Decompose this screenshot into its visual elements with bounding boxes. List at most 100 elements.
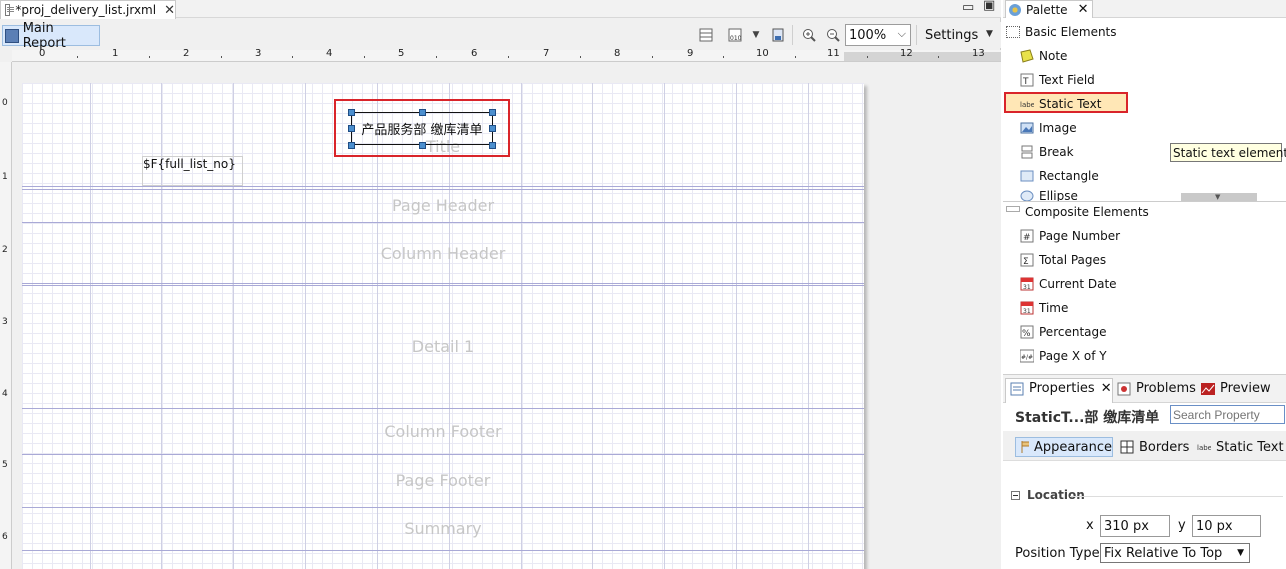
band-separator[interactable] <box>22 454 864 455</box>
tab-preview[interactable]: Preview <box>1201 381 1271 396</box>
palette-item-label: Percentage <box>1039 325 1107 339</box>
palette-item-label: Time <box>1039 301 1069 315</box>
palette-item-static-text-overlay[interactable]: label Static Text <box>1020 94 1101 114</box>
page-x-of-y-icon: #/# <box>1020 349 1034 363</box>
editor-tab[interactable]: *proj_delivery_list.jrxml ✕ <box>0 0 176 19</box>
section-label: Location <box>1027 488 1085 502</box>
ruler-label: 0 <box>2 98 8 108</box>
palette-item-note[interactable]: Note <box>1020 46 1067 66</box>
basic-elements-header[interactable]: Basic Elements <box>1006 23 1117 41</box>
tab-label: Borders <box>1139 439 1190 455</box>
band-separator[interactable] <box>22 507 864 508</box>
properties-subtabs: Appearance Borders label Static Text <box>1003 431 1286 461</box>
zoom-out-icon[interactable] <box>825 27 841 43</box>
location-section-header[interactable]: Location <box>1011 488 1085 502</box>
resize-handle[interactable] <box>419 142 426 149</box>
maximize-icon[interactable]: ▣ <box>983 0 995 13</box>
dataset-icon[interactable]: 010 <box>727 27 743 43</box>
band-separator[interactable] <box>22 283 864 284</box>
ruler-label: 1 <box>112 48 119 59</box>
resize-handle[interactable] <box>348 142 355 149</box>
report-editor: *proj_delivery_list.jrxml ✕ ▭ ▣ Main Rep… <box>0 0 1001 569</box>
tab-static-text[interactable]: label Static Text <box>1197 437 1284 457</box>
palette-item-rectangle[interactable]: Rectangle <box>1020 166 1099 186</box>
tab-properties[interactable]: Properties ✕ <box>1010 381 1112 396</box>
tab-problems[interactable]: Problems <box>1117 381 1196 396</box>
y-input[interactable]: 10 px <box>1192 515 1261 537</box>
ruler-label: 0 <box>39 48 46 59</box>
palette-item-break[interactable]: Break <box>1020 142 1074 162</box>
svg-text:T: T <box>1022 77 1029 87</box>
composite-elements-label: Composite Elements <box>1025 205 1149 219</box>
settings-button[interactable]: Settings <box>925 28 978 43</box>
palette-tab-title: Palette <box>1026 2 1068 17</box>
close-tab-icon[interactable]: ✕ <box>164 3 175 18</box>
resize-handle[interactable] <box>348 109 355 116</box>
composite-elements-header[interactable]: Composite Elements <box>1006 203 1149 221</box>
position-type-label: Position Type <box>1015 546 1100 561</box>
main-report-label: Main Report <box>22 20 66 51</box>
close-palette-icon[interactable]: ✕ <box>1078 2 1089 17</box>
minimize-icon[interactable]: ▭ <box>962 0 974 15</box>
position-type-select[interactable]: Fix Relative To Top ▼ <box>1100 543 1250 563</box>
band-separator[interactable] <box>22 550 864 551</box>
ruler-label: 5 <box>398 48 405 59</box>
band-label-column-header: Column Header <box>380 244 506 263</box>
static-text-element[interactable]: 产品服务部 缴库清单 <box>351 112 493 145</box>
resize-handle[interactable] <box>348 125 355 132</box>
appearance-icon <box>1021 441 1029 453</box>
static-text-content: 产品服务部 缴库清单 <box>361 123 483 138</box>
palette-item-total-pages[interactable]: Σ Total Pages <box>1020 250 1106 270</box>
palette-item-percentage[interactable]: % Percentage <box>1020 322 1107 342</box>
zoom-select[interactable]: 100% ⌵ <box>845 24 911 46</box>
ruler-label: 8 <box>614 48 621 59</box>
band-separator[interactable] <box>22 408 864 409</box>
settings-dropdown-icon[interactable]: ▼ <box>986 29 993 39</box>
band-separator[interactable] <box>22 222 864 223</box>
sigma-icon: Σ <box>1020 253 1034 267</box>
palette-item-time[interactable]: 31 Time <box>1020 298 1068 318</box>
band-separator[interactable] <box>22 186 864 187</box>
palette-item-label: Current Date <box>1039 277 1117 291</box>
main-report-button[interactable]: Main Report <box>2 21 100 51</box>
palette-tab[interactable]: Palette ✕ <box>1005 0 1093 18</box>
editor-tabbar: *proj_delivery_list.jrxml ✕ ▭ ▣ <box>0 0 1001 19</box>
resize-handle[interactable] <box>489 142 496 149</box>
horizontal-ruler: 0 1 2 3 4 5 6 7 8 9 10 11 12 13 <box>12 48 1001 62</box>
break-icon <box>1021 145 1033 159</box>
compile-icon[interactable] <box>770 27 786 43</box>
properties-title: StaticT...部 缴库清单 <box>1015 410 1160 426</box>
ruler-label: 5 <box>2 460 8 470</box>
palette-item-text-field[interactable]: T Text Field <box>1020 70 1095 90</box>
tab-borders[interactable]: Borders <box>1120 437 1189 457</box>
palette-item-label: Text Field <box>1039 73 1095 87</box>
search-property-input[interactable] <box>1170 405 1285 424</box>
tab-appearance[interactable]: Appearance <box>1015 437 1113 457</box>
palette-item-page-x-of-y[interactable]: #/# Page X of Y <box>1020 346 1107 366</box>
palette-item-page-number[interactable]: # Page Number <box>1020 226 1120 246</box>
drawer-icon <box>1006 26 1020 38</box>
ruler-label: 1 <box>2 172 8 182</box>
band-label-page-header: Page Header <box>391 196 495 215</box>
band-separator[interactable] <box>22 285 864 286</box>
tab-label: Preview <box>1220 381 1271 396</box>
ruler-label: 4 <box>326 48 333 59</box>
palette-tabbar: Palette ✕ <box>1003 0 1286 18</box>
text-field-element[interactable]: $F{full_list_no} <box>142 156 243 186</box>
palette-item-current-date[interactable]: 31 Current Date <box>1020 274 1117 294</box>
preview-icon <box>1201 382 1215 395</box>
resize-handle[interactable] <box>489 125 496 132</box>
toolbar-separator <box>916 25 917 45</box>
resize-handle[interactable] <box>419 109 426 116</box>
x-input[interactable]: 310 px <box>1100 515 1170 537</box>
dataset-dropdown-icon[interactable]: ▼ <box>748 27 764 43</box>
palette-item-image[interactable]: Image <box>1020 118 1077 138</box>
tab-label: Properties <box>1029 381 1095 396</box>
close-properties-icon[interactable]: ✕ <box>1101 381 1112 396</box>
report-page[interactable]: Title Page Header Column Header Detail 1… <box>22 83 864 569</box>
layout-icon[interactable] <box>698 27 714 43</box>
band-separator[interactable] <box>22 189 864 190</box>
zoom-in-icon[interactable] <box>801 27 817 43</box>
palette-item-label: Image <box>1039 121 1077 135</box>
resize-handle[interactable] <box>489 109 496 116</box>
